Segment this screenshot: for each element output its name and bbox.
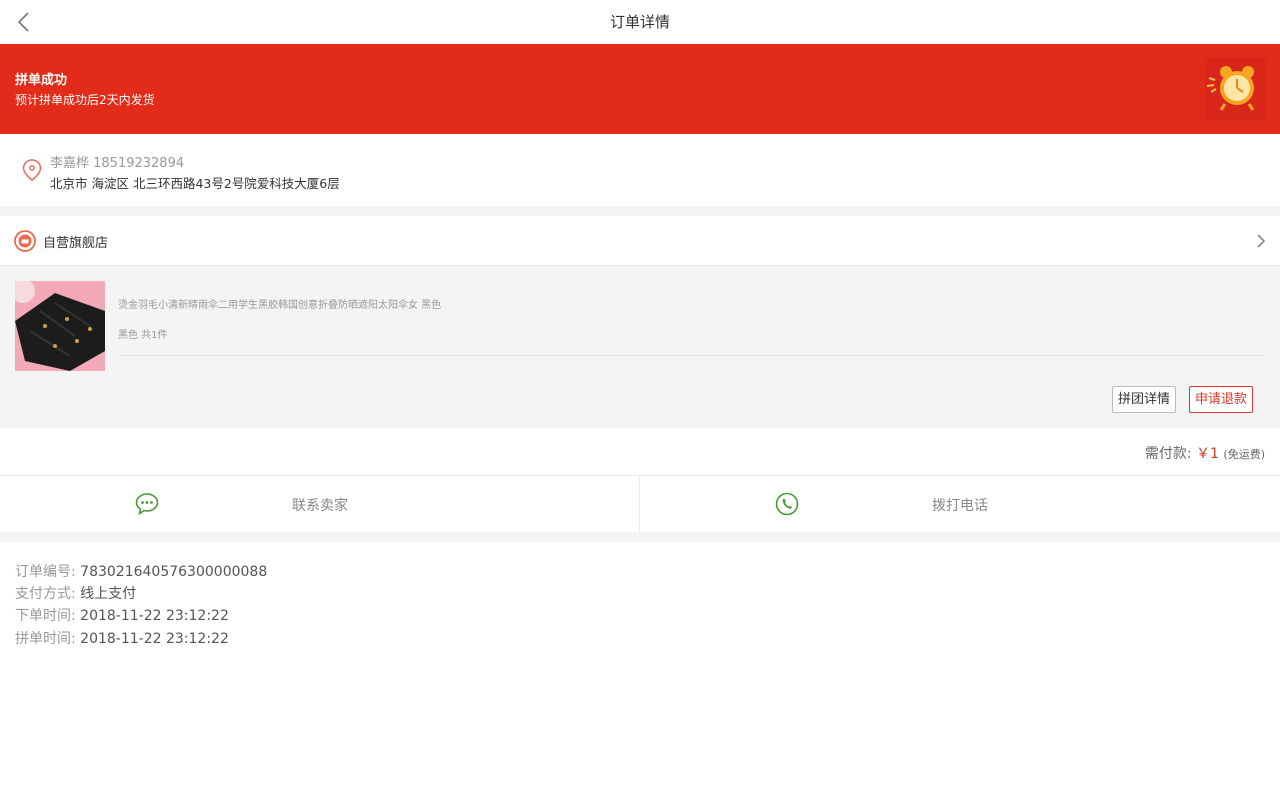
order-number-row: 订单编号: 783021640576300000088 (15, 561, 267, 581)
payment-summary: 需付款: ￥1 (免运费) (1145, 443, 1265, 463)
location-pin-icon (22, 159, 42, 181)
order-time-value: 2018-11-22 23:12:22 (80, 608, 229, 624)
call-phone-label: 拨打电话 (932, 498, 988, 514)
status-title: 拼单成功 (15, 73, 68, 88)
payment-method-value: 线上支付 (80, 586, 137, 602)
contact-seller-button[interactable]: 联系卖家 (0, 476, 640, 532)
chevron-right-icon (1257, 234, 1266, 248)
recipient-name-phone: 李嘉桦 18519232894 (50, 156, 185, 171)
product-section: 烫金羽毛小清新晴雨伞二用学生黑胶韩国创意折叠防晒遮阳太阳伞女 黑色 黑色 共1件… (0, 266, 1280, 428)
nav-bar: 订单详情 (0, 0, 1280, 44)
section-divider (0, 206, 1280, 216)
order-time-label: 下单时间: (15, 608, 76, 624)
store-name: 自营旗舰店 (43, 236, 109, 251)
page-title: 订单详情 (609, 13, 670, 31)
refund-button[interactable]: 申请退款 (1189, 386, 1254, 413)
alarm-clock-icon (1205, 58, 1265, 120)
address-detail: 北京市 海淀区 北三环西路43号2号院爱科技大厦6层 (50, 176, 340, 191)
order-number-label: 订单编号: (15, 564, 76, 580)
payment-method-row: 支付方式: 线上支付 (15, 583, 136, 603)
chat-bubble-icon (135, 493, 159, 516)
store-row[interactable]: 自营旗舰店 (0, 216, 1280, 266)
order-time-row: 下单时间: 2018-11-22 23:12:22 (15, 605, 229, 625)
group-time-label: 拼单时间: (15, 631, 76, 647)
order-number-value: 783021640576300000088 (80, 564, 268, 580)
product-name[interactable]: 烫金羽毛小清新晴雨伞二用学生黑胶韩国创意折叠防晒遮阳太阳伞女 黑色 (118, 296, 441, 311)
payment-row: 需付款: ￥1 (免运费) (0, 428, 1280, 476)
payment-amount: ￥1 (1196, 446, 1219, 462)
product-spec: 黑色 共1件 (118, 330, 168, 341)
shipping-address[interactable]: 李嘉桦 18519232894 北京市 海淀区 北三环西路43号2号院爱科技大厦… (0, 134, 1280, 206)
section-divider (0, 532, 1280, 542)
payment-label: 需付款: (1144, 446, 1192, 462)
order-info: 订单编号: 783021640576300000088 支付方式: 线上支付 下… (0, 542, 1280, 800)
contact-bar: 联系卖家 拨打电话 (0, 476, 1280, 532)
divider (118, 355, 1264, 356)
store-logo-icon (14, 230, 36, 252)
status-subtitle: 预计拼单成功后2天内发货 (15, 93, 155, 107)
shipping-note: (免运费) (1223, 448, 1265, 461)
group-time-row: 拼单时间: 2018-11-22 23:12:22 (15, 628, 229, 648)
payment-method-label: 支付方式: (15, 586, 76, 602)
group-detail-button[interactable]: 拼团详情 (1112, 386, 1177, 413)
group-time-value: 2018-11-22 23:12:22 (80, 631, 229, 647)
phone-icon (775, 492, 799, 516)
status-banner: 拼单成功 预计拼单成功后2天内发货 (0, 44, 1280, 134)
call-phone-button[interactable]: 拨打电话 (640, 476, 1280, 532)
contact-seller-label: 联系卖家 (292, 498, 348, 514)
product-image[interactable] (15, 281, 105, 371)
